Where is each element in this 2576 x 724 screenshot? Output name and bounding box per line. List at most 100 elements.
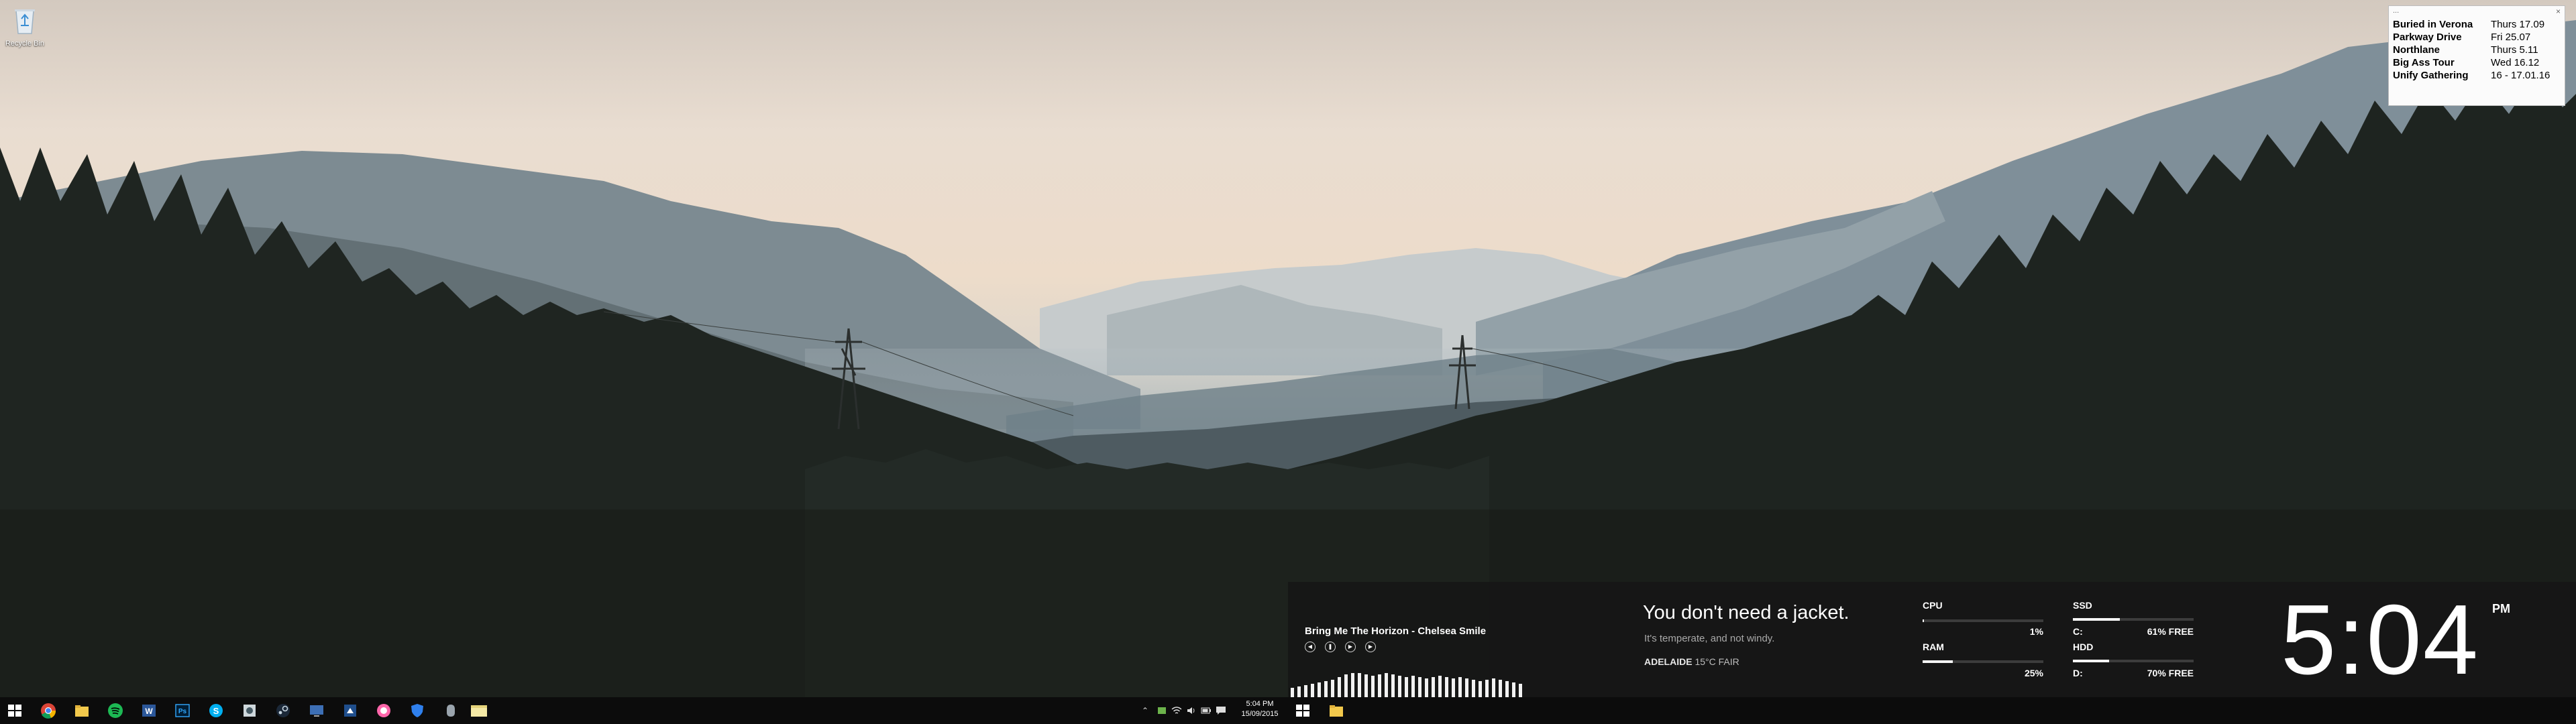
- hdd-drive: D:: [2073, 668, 2083, 678]
- wifi-icon[interactable]: [1171, 706, 1182, 715]
- visualizer-bar: [1311, 684, 1314, 697]
- visualizer-bar: [1499, 680, 1502, 697]
- visualizer-bar: [1385, 673, 1388, 697]
- recycle-bin-icon: [15, 9, 35, 34]
- visualizer-bar: [1492, 678, 1495, 697]
- hdd-label: HDD: [2073, 642, 2094, 652]
- display-icon[interactable]: [309, 703, 325, 719]
- pause-icon[interactable]: ❚: [1325, 642, 1336, 652]
- taskbar-clock[interactable]: 5:04 PM 15/09/2015: [1240, 699, 1280, 719]
- note-date: Thurs 5.11: [2491, 44, 2538, 56]
- visualizer-bar: [1351, 673, 1354, 697]
- note-band: Northlane: [2393, 44, 2440, 56]
- note-row: Buried in Verona Thurs 17.09: [2389, 18, 2565, 31]
- note-menu-icon[interactable]: ...: [2393, 7, 2399, 15]
- visualizer-bar: [1405, 677, 1408, 697]
- visualizer-bar: [1452, 678, 1455, 697]
- file-explorer-icon[interactable]: [1328, 703, 1344, 719]
- audio-visualizer: [1291, 670, 1525, 697]
- word-icon[interactable]: W: [141, 703, 157, 719]
- taskbar-time: 5:04 PM: [1246, 700, 1274, 708]
- recycle-bin-label: Recycle Bin: [5, 40, 45, 48]
- visualizer-bar: [1344, 674, 1348, 697]
- svg-text:W: W: [145, 707, 153, 716]
- ssd-bar-fill: [2073, 618, 2121, 621]
- chrome-icon[interactable]: [40, 703, 56, 719]
- shield-icon[interactable]: [409, 703, 425, 719]
- note-title-bar[interactable]: ... ×: [2389, 6, 2565, 18]
- ram-bar-fill: [1923, 660, 1953, 663]
- cpu-label: CPU: [1923, 600, 1943, 611]
- action-center-icon[interactable]: [1216, 706, 1226, 715]
- visualizer-bar: [1364, 674, 1368, 697]
- visualizer-bar: [1425, 678, 1428, 697]
- visualizer-bar: [1479, 681, 1482, 697]
- cpu-value: 1%: [2029, 626, 2043, 637]
- cpu-bar: [1923, 619, 2043, 622]
- windows-start-icon[interactable]: [1295, 703, 1311, 719]
- note-band: Parkway Drive: [2393, 32, 2462, 43]
- note-row: Unify Gathering 16 - 17.01.16: [2389, 69, 2565, 82]
- desktop-clock-ampm: PM: [2492, 602, 2510, 615]
- recycle-bin-shortcut[interactable]: Recycle Bin: [4, 5, 46, 48]
- visualizer-bar: [1398, 676, 1401, 697]
- play-icon[interactable]: ▶: [1345, 642, 1356, 652]
- visualizer-bar: [1318, 682, 1321, 697]
- note-band: Buried in Verona: [2393, 19, 2473, 30]
- note-date: Wed 16.12: [2491, 57, 2540, 68]
- osu-icon[interactable]: [376, 703, 392, 719]
- cpu-bar-fill: [1923, 619, 1924, 622]
- weather-city: ADELAIDE: [1644, 656, 1693, 667]
- network-icon[interactable]: [342, 703, 358, 719]
- visualizer-bar: [1505, 681, 1509, 697]
- skype-icon[interactable]: S: [208, 703, 224, 719]
- taskbar-secondary: [1288, 697, 2576, 724]
- now-playing-track: Bring Me The Horizon - Chelsea Smile: [1305, 625, 1487, 637]
- visualizer-bar: [1485, 680, 1489, 697]
- note-date: 16 - 17.01.16: [2491, 70, 2551, 81]
- sticky-notes-icon[interactable]: [470, 703, 488, 719]
- prev-icon[interactable]: ◀: [1305, 642, 1316, 652]
- visualizer-bar: [1371, 676, 1375, 697]
- visualizer-bar: [1411, 676, 1415, 697]
- hdd-bar-fill: [2073, 660, 2109, 662]
- note-content[interactable]: Buried in Verona Thurs 17.09 Parkway Drive…: [2389, 18, 2565, 82]
- windows-start-icon[interactable]: [7, 703, 23, 719]
- visualizer-bar: [1418, 677, 1421, 697]
- visualizer-bar: [1445, 677, 1448, 697]
- visualizer-bar: [1331, 680, 1334, 697]
- battery-icon[interactable]: [1201, 706, 1212, 715]
- ram-label: RAM: [1923, 642, 1944, 652]
- photoshop-icon[interactable]: Ps: [174, 703, 191, 719]
- concert-sticky-note[interactable]: ... × Buried in Verona Thurs 17.09 Parkway…: [2388, 5, 2565, 106]
- note-band: Unify Gathering: [2393, 70, 2469, 81]
- visualizer-bar: [1297, 686, 1301, 697]
- spotify-icon[interactable]: [107, 703, 123, 719]
- hdd-bar: [2073, 660, 2194, 662]
- note-close-icon[interactable]: ×: [2556, 7, 2561, 16]
- weather-location: ADELAIDE 15°C FAIR: [1644, 656, 1739, 667]
- visualizer-bar: [1304, 685, 1307, 697]
- ssd-value: 61% FREE: [2147, 626, 2194, 637]
- mouse-icon[interactable]: [443, 703, 459, 719]
- hdd-value: 70% FREE: [2147, 668, 2194, 678]
- ram-bar: [1923, 660, 2043, 663]
- speaker-icon[interactable]: [1186, 706, 1197, 715]
- file-explorer-icon[interactable]: [74, 703, 90, 719]
- svg-text:S: S: [213, 706, 219, 716]
- visualizer-bar: [1432, 677, 1435, 697]
- visualizer-bar: [1391, 674, 1395, 697]
- steam-icon[interactable]: [275, 703, 291, 719]
- next-icon[interactable]: ▶: [1365, 642, 1376, 652]
- weather-temp-condition: 15°C FAIR: [1695, 656, 1739, 667]
- visualizer-bar: [1438, 676, 1442, 697]
- desktop-clock: 5:04: [2281, 585, 2480, 695]
- visualizer-bar: [1458, 677, 1462, 697]
- visualizer-bar: [1465, 678, 1468, 697]
- app-tray-icon[interactable]: [1157, 706, 1167, 715]
- note-band: Big Ass Tour: [2393, 57, 2455, 68]
- app-icon[interactable]: [241, 703, 258, 719]
- chevron-up-icon[interactable]: ⌃: [1142, 706, 1148, 715]
- ssd-drive: C:: [2073, 626, 2083, 637]
- ssd-bar: [2073, 618, 2194, 621]
